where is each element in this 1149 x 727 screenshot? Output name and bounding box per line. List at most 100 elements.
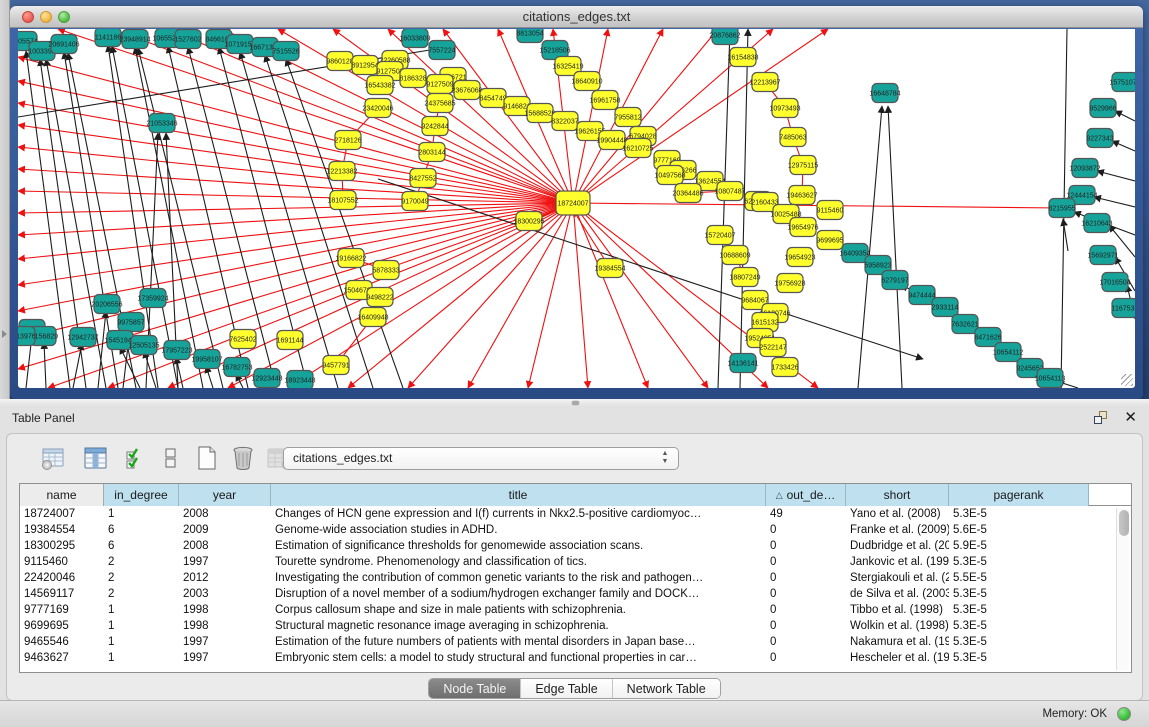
table-row[interactable]: 1938455462009Genome-wide association stu… xyxy=(20,523,1131,539)
resize-grip-icon[interactable] xyxy=(1121,374,1133,386)
column-header-in_degree[interactable]: in_degree xyxy=(104,484,179,506)
graph-node[interactable]: 18640910 xyxy=(571,72,602,91)
graph-node[interactable]: 1141186 xyxy=(95,29,121,47)
graph-node[interactable]: 16033809 xyxy=(399,29,430,48)
graph-node[interactable]: 8215955 xyxy=(1048,199,1075,218)
close-panel-button[interactable]: ✕ xyxy=(1124,408,1137,426)
graph-node[interactable]: 21053346 xyxy=(146,114,177,133)
table-row[interactable]: 946362711997Embryonic stem cells: a mode… xyxy=(20,651,1131,667)
delete-column-icon[interactable] xyxy=(229,444,257,472)
graph-node[interactable]: 14136141 xyxy=(727,354,758,373)
graph-node[interactable]: 9699695 xyxy=(816,231,843,250)
graph-node[interactable]: 18923448 xyxy=(284,371,315,389)
column-header-title[interactable]: title xyxy=(271,484,766,506)
window-titlebar[interactable]: citations_edges.txt xyxy=(10,6,1143,28)
graph-node[interactable]: 9975857 xyxy=(117,313,144,332)
vertical-scrollbar[interactable] xyxy=(1116,508,1129,670)
graph-node[interactable]: 15720407 xyxy=(704,226,735,245)
graph-node[interactable]: 5878333 xyxy=(372,261,399,280)
graph-node[interactable]: 20364486 xyxy=(672,184,703,203)
graph-node[interactable]: 18724007 xyxy=(556,191,590,215)
graph-node[interactable]: 10688609 xyxy=(719,246,750,265)
graph-node[interactable]: 23420046 xyxy=(362,99,393,118)
select-all-icon[interactable] xyxy=(121,444,149,472)
graph-node[interactable]: 7625402 xyxy=(229,330,256,349)
graph-node[interactable]: 16782753 xyxy=(221,358,252,377)
graph-node[interactable]: 20206556 xyxy=(91,295,122,314)
graph-node[interactable]: 23676068 xyxy=(451,81,482,100)
graph-node[interactable]: 9457791 xyxy=(322,356,349,375)
tab-node-table[interactable]: Node Table xyxy=(429,679,521,698)
graph-node[interactable]: 20876862 xyxy=(709,29,740,45)
graph-node[interactable]: 18807249 xyxy=(729,268,760,287)
column-header-name[interactable]: name xyxy=(20,484,104,506)
graph-node[interactable]: 16648784 xyxy=(869,84,900,103)
scrollbar-thumb[interactable] xyxy=(1119,510,1129,536)
graph-node[interactable]: 19654923 xyxy=(784,248,815,267)
graph-node[interactable]: 2522147 xyxy=(759,338,786,357)
graph-node[interactable]: 16961758 xyxy=(589,91,620,110)
graph-node[interactable]: 9227343 xyxy=(1086,129,1113,148)
graph-node[interactable]: 10973493 xyxy=(769,99,800,118)
graph-node[interactable]: 23948914 xyxy=(119,30,150,49)
expand-panel-arrow-icon[interactable] xyxy=(2,330,7,338)
graph-node[interactable]: 9498222 xyxy=(366,288,393,307)
graph-node[interactable]: 10654112 xyxy=(993,343,1024,362)
graph-node[interactable]: 3913976 xyxy=(18,327,36,346)
graph-node[interactable]: 9860128 xyxy=(326,52,353,71)
graph-node[interactable]: 17359924 xyxy=(137,289,168,308)
graph-node[interactable]: 8427552 xyxy=(409,169,436,188)
graph-node[interactable]: 17016504 xyxy=(1099,273,1130,292)
graph-node[interactable]: 16409948 xyxy=(357,308,388,327)
graph-node[interactable]: 6279197 xyxy=(881,271,908,290)
graph-node[interactable]: 9529966 xyxy=(1089,99,1116,118)
graph-node[interactable]: 2803144 xyxy=(418,143,445,162)
table-mode-icon[interactable] xyxy=(39,444,67,472)
graph-node[interactable]: 10497568 xyxy=(654,166,685,185)
side-panel-collapsed-strip[interactable] xyxy=(0,0,10,399)
graph-node[interactable]: 19756928 xyxy=(774,274,805,293)
graph-node[interactable]: 18107552 xyxy=(327,191,358,210)
graph-node[interactable]: 12093872 xyxy=(1069,159,1100,178)
graph-node[interactable]: 2933114 xyxy=(932,298,959,317)
graph-node[interactable]: 1527602 xyxy=(174,30,201,49)
graph-node[interactable]: 16543382 xyxy=(364,76,395,95)
network-canvas[interactable]: 2405574100339220691406114118623948914106… xyxy=(18,29,1135,388)
table-row[interactable]: 1872400712008Changes of HCN gene express… xyxy=(20,507,1131,523)
horizontal-splitter[interactable] xyxy=(0,399,1149,406)
graph-node[interactable]: 15692971 xyxy=(1087,246,1118,265)
graph-node[interactable]: 12213967 xyxy=(749,73,780,92)
graph-node[interactable]: 19166822 xyxy=(335,249,366,268)
table-row[interactable]: 946554611997Estimation of the future num… xyxy=(20,635,1131,651)
graph-node[interactable]: 19384554 xyxy=(594,259,625,278)
column-header-pagerank[interactable]: pagerank xyxy=(949,484,1089,506)
graph-node[interactable]: 7557224 xyxy=(428,41,455,60)
new-column-icon[interactable] xyxy=(193,444,221,472)
graph-node[interactable]: 12923448 xyxy=(251,369,282,388)
graph-node[interactable]: 12505135 xyxy=(128,336,159,355)
graph-node[interactable]: 7632621 xyxy=(951,315,978,334)
graph-node[interactable]: 12942737 xyxy=(67,328,98,347)
graph-node[interactable]: 12975115 xyxy=(788,156,819,175)
graph-node[interactable]: 10807487 xyxy=(714,182,745,201)
graph-node[interactable]: 9115460 xyxy=(817,201,844,220)
table-row[interactable]: 977716911998Corpus callosum shape and si… xyxy=(20,603,1131,619)
graph-node[interactable]: 10654113 xyxy=(1035,369,1066,388)
tab-edge-table[interactable]: Edge Table xyxy=(521,679,612,698)
tab-network-table[interactable]: Network Table xyxy=(613,679,720,698)
column-header-out_de[interactable]: △out_de… xyxy=(766,484,846,506)
graph-node[interactable]: 17957223 xyxy=(161,341,192,360)
table-row[interactable]: 1456911722003Disruption of a novel membe… xyxy=(20,587,1131,603)
graph-node[interactable]: 9242844 xyxy=(421,117,448,136)
table-row[interactable]: 911546021997Tourette syndrome. Phenomeno… xyxy=(20,555,1131,571)
graph-node[interactable]: 7955812 xyxy=(614,108,641,127)
clear-selection-icon[interactable] xyxy=(157,444,185,472)
graph-node[interactable]: 7515526 xyxy=(272,42,299,61)
graph-node[interactable]: 7485063 xyxy=(779,128,806,147)
graph-node[interactable]: 1167533 xyxy=(1112,299,1135,318)
graph-node[interactable]: 8186328 xyxy=(399,69,426,88)
table-row[interactable]: 969969511998Structural magnetic resonanc… xyxy=(20,619,1131,635)
graph-node[interactable]: 16210643 xyxy=(1081,214,1112,233)
graph-node[interactable]: 9170049 xyxy=(401,192,428,211)
graph-node[interactable]: 20691406 xyxy=(48,35,79,54)
